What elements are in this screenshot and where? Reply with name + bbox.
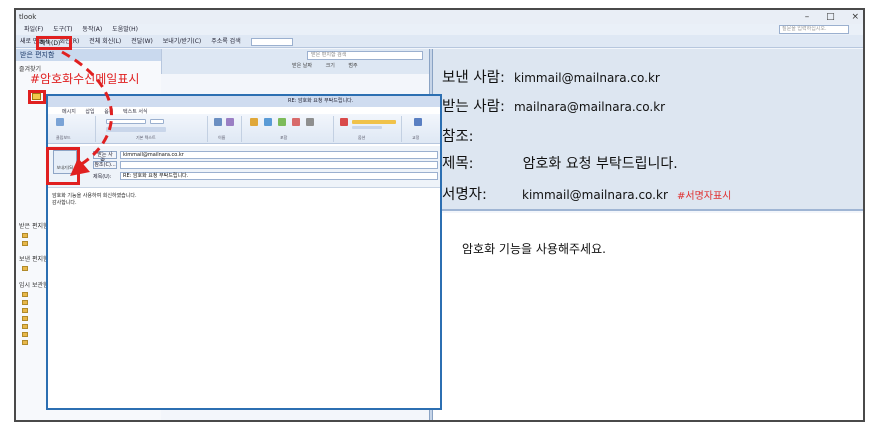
flow-arrow <box>61 50 113 176</box>
